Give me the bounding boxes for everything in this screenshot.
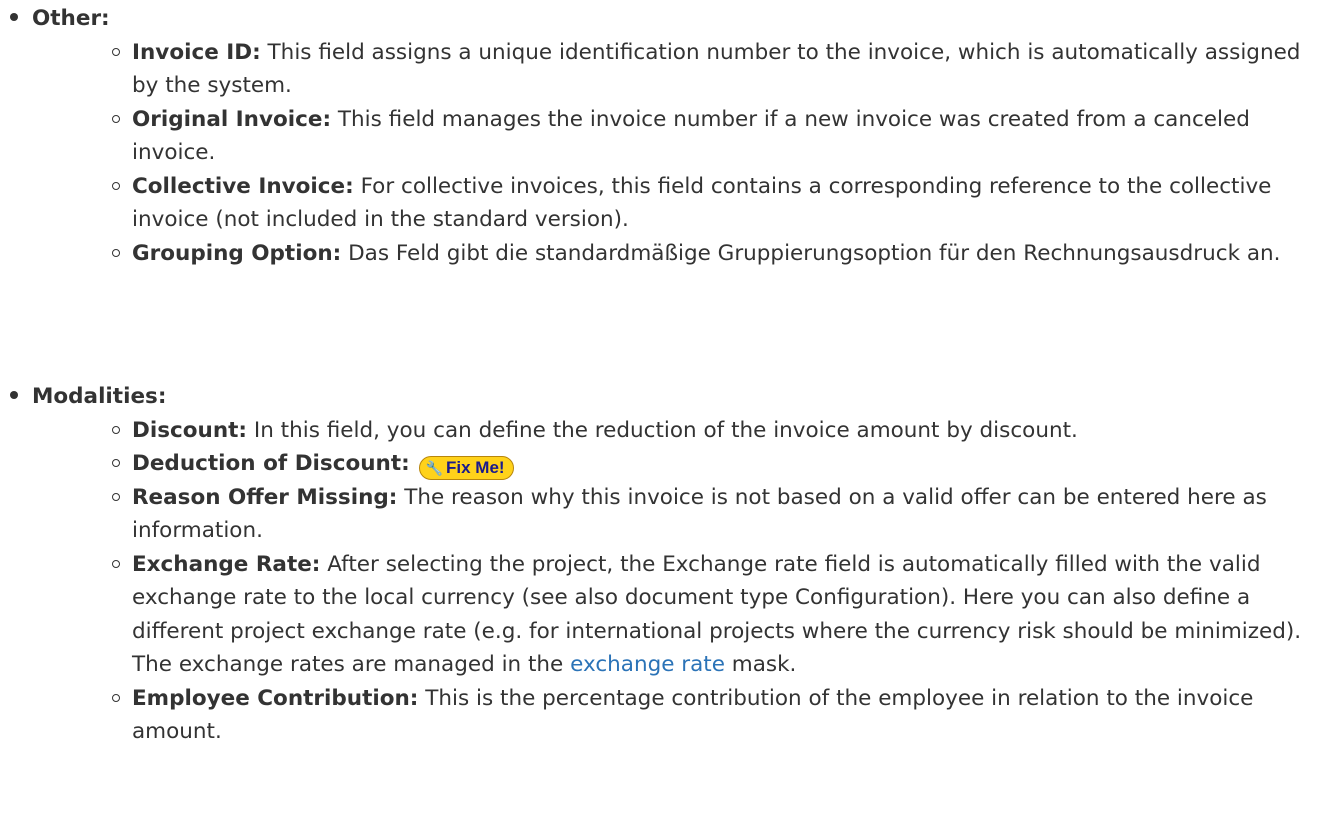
term-label: Exchange Rate:: [132, 551, 321, 577]
circle-bullet-icon: [112, 559, 120, 568]
fixme-label: Fix Me!: [446, 458, 505, 477]
circle-bullet-icon: [112, 181, 120, 190]
bullet-icon: [10, 391, 18, 399]
description: This field assigns a unique identificati…: [132, 39, 1301, 99]
term-label: Collective Invoice:: [132, 173, 354, 199]
list-item: Employee Contribution: This is the perce…: [112, 682, 1320, 749]
section-label: Other:: [32, 6, 110, 31]
description-end: mask.: [724, 652, 797, 677]
wrench-icon: 🔧: [425, 460, 443, 476]
list-item: Original Invoice: This field manages the…: [112, 103, 1320, 170]
term-label: Deduction of Discount:: [132, 451, 410, 476]
list-item: Collective Invoice: For collective invoi…: [112, 170, 1320, 237]
term-label: Grouping Option:: [132, 240, 342, 266]
circle-bullet-icon: [112, 693, 120, 702]
inner-list: Invoice ID: This field assigns a unique …: [112, 36, 1320, 271]
section-modalities: Modalities: Discount: In this field, you…: [10, 380, 1320, 749]
section-other: Other: Invoice ID: This field assigns a …: [10, 2, 1320, 270]
list-item: Reason Offer Missing: The reason why thi…: [112, 481, 1320, 548]
list-item: Grouping Option: Das Feld gibt die stand…: [112, 237, 1320, 271]
description: Das Feld gibt die standardmäßige Gruppie…: [341, 240, 1281, 266]
term-label: Discount:: [132, 417, 248, 443]
bullet-icon: [10, 13, 18, 21]
circle-bullet-icon: [112, 459, 120, 467]
circle-bullet-icon: [112, 425, 120, 434]
term-label: Invoice ID:: [132, 39, 261, 65]
circle-bullet-icon: [112, 248, 120, 257]
inner-list: Discount: In this field, you can define …: [112, 414, 1320, 749]
term-label: Original Invoice:: [132, 106, 332, 132]
list-item: Discount: In this field, you can define …: [112, 414, 1320, 448]
circle-bullet-icon: [112, 114, 120, 123]
fixme-badge[interactable]: 🔧 Fix Me!: [418, 456, 514, 480]
list-item: Exchange Rate: After selecting the proje…: [112, 548, 1320, 682]
list-item: Invoice ID: This field assigns a unique …: [112, 36, 1320, 103]
list-item: Deduction of Discount: 🔧 Fix Me!: [112, 447, 1320, 481]
section-label: Modalities:: [32, 384, 167, 409]
description: In this field, you can define the reduct…: [247, 417, 1078, 443]
term-label: Employee Contribution:: [132, 685, 419, 711]
circle-bullet-icon: [112, 47, 120, 56]
term-label: Reason Offer Missing:: [132, 484, 398, 510]
exchange-rate-link[interactable]: exchange rate: [570, 652, 725, 677]
circle-bullet-icon: [112, 492, 120, 501]
